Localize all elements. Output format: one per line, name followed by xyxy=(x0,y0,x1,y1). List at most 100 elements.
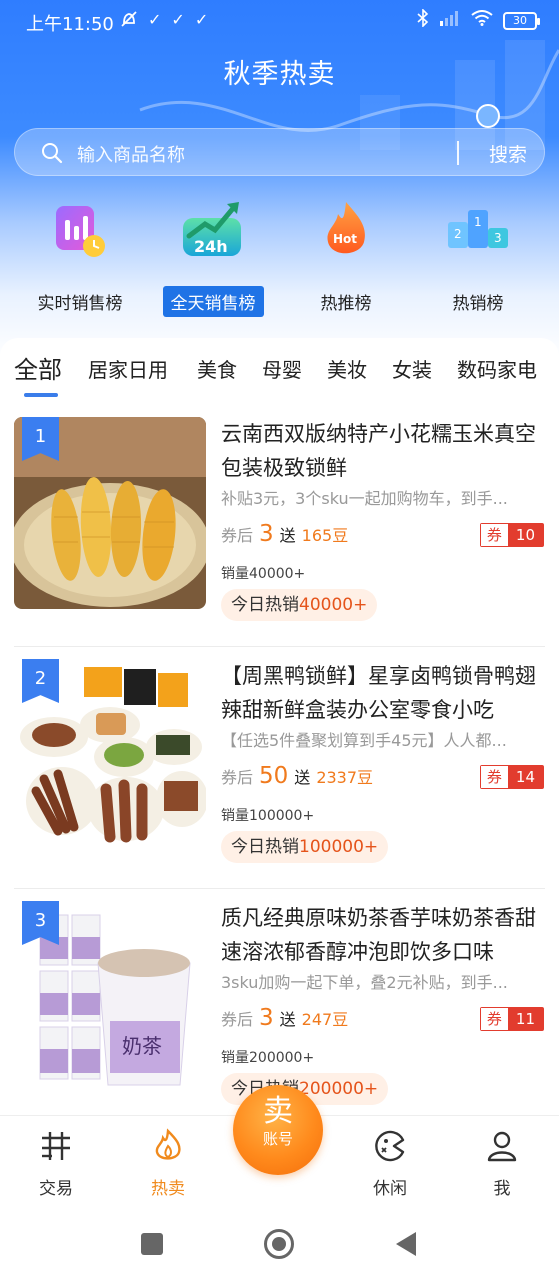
coupon-label: 券 xyxy=(480,766,508,788)
status-time: 上午11:50 xyxy=(26,14,114,35)
category-label: 实时销售榜 xyxy=(37,294,123,314)
svg-text:2: 2 xyxy=(454,227,462,241)
beans-value: 165豆 xyxy=(301,526,349,545)
24h-trend-icon: 24h xyxy=(183,202,241,256)
check-icon: ✓ xyxy=(148,10,162,29)
system-navigation-bar xyxy=(0,1200,559,1280)
category-label: 全天销售榜 xyxy=(162,286,264,317)
check-icon: ✓ xyxy=(194,10,209,29)
coupon-badge[interactable]: 券 10 xyxy=(479,523,544,547)
sell-button-sublabel: 账号 xyxy=(262,1130,293,1148)
svg-text:24h: 24h xyxy=(194,237,228,256)
status-bar: 上午11:50 ✓ ✓ ✓ 30 xyxy=(0,0,559,44)
hot-sales-tag: 今日热销40000+ xyxy=(221,589,378,621)
page-title: 秋季热卖 xyxy=(223,59,336,90)
product-item[interactable]: 1 云南西双版纳特产小花糯玉米真空包装极致锁鲜 补贴3元，3个sku一起加购物车… xyxy=(0,405,559,647)
back-icon[interactable] xyxy=(396,1232,416,1256)
tab-indicator xyxy=(24,393,58,397)
tab-food[interactable]: 美食 xyxy=(197,354,237,383)
gift-prefix: 送 xyxy=(279,1010,296,1029)
user-icon xyxy=(487,1131,517,1162)
tab-digital-appliances[interactable]: 数码家电 xyxy=(457,354,537,383)
tab-beauty[interactable]: 美妆 xyxy=(327,354,367,383)
nav-label: 交易 xyxy=(39,1179,73,1199)
search-divider xyxy=(457,141,459,165)
price-row: 券后 3 送 165豆 xyxy=(221,521,348,547)
hot-prefix: 今日热销 xyxy=(231,837,299,857)
gift-prefix: 送 xyxy=(279,526,296,545)
price-row: 券后 50 送 2337豆 xyxy=(221,763,373,789)
price-prefix: 券后 xyxy=(221,768,254,787)
tab-all[interactable]: 全部 xyxy=(14,350,62,385)
coupon-value: 14 xyxy=(507,766,543,788)
sell-button-label: 卖 xyxy=(263,1094,293,1129)
tab-maternal[interactable]: 母婴 xyxy=(262,354,302,383)
coupon-badge[interactable]: 券 11 xyxy=(479,1007,544,1031)
nav-label: 休闲 xyxy=(373,1179,407,1199)
hot-value: 100000+ xyxy=(299,837,379,857)
tab-womens-clothing[interactable]: 女装 xyxy=(392,354,432,383)
nav-leisure[interactable]: 休闲 xyxy=(350,1128,430,1199)
home-icon[interactable] xyxy=(264,1229,294,1259)
beans-value: 247豆 xyxy=(301,1010,349,1029)
hot-flame-icon: Hot xyxy=(327,202,365,254)
svg-text:1: 1 xyxy=(474,215,482,229)
product-subtitle: 补贴3元，3个sku一起加购物车，到手... xyxy=(221,489,508,508)
search-input[interactable]: 输入商品名称 xyxy=(77,141,185,167)
category-label: 热推榜 xyxy=(320,294,372,314)
coupon-badge[interactable]: 券 14 xyxy=(479,765,544,789)
nav-label: 热卖 xyxy=(151,1179,185,1199)
search-bar[interactable]: 输入商品名称 搜索 xyxy=(14,128,545,176)
hot-sales-tag: 今日热销100000+ xyxy=(221,831,389,863)
nav-hot[interactable]: 热卖 xyxy=(128,1128,208,1199)
price-prefix: 券后 xyxy=(221,1010,254,1029)
search-button[interactable]: 搜索 xyxy=(489,140,527,167)
hot-prefix: 今日热销 xyxy=(231,595,299,615)
svg-text:Hot: Hot xyxy=(333,232,357,246)
coupon-label: 券 xyxy=(480,1008,508,1030)
search-icon xyxy=(42,143,63,164)
bluetooth-icon xyxy=(417,8,429,32)
ranking-categories: 实时销售榜 24h 全天销售榜 Hot 热推榜 1 2 3 热销榜 xyxy=(0,196,559,317)
sales-count: 销量100000+ xyxy=(221,808,315,824)
coupon-value: 11 xyxy=(507,1008,543,1030)
signal-icon xyxy=(439,10,461,31)
status-notification-icons: ✓ ✓ ✓ xyxy=(120,10,208,32)
battery-icon: 30 xyxy=(503,11,540,30)
mute-icon xyxy=(120,10,138,32)
price-prefix: 券后 xyxy=(221,526,254,545)
sales-count: 销量40000+ xyxy=(221,566,306,582)
product-subtitle: 3sku加购一起下单，叠2元补贴，到手... xyxy=(221,973,508,992)
tab-household[interactable]: 居家日用 xyxy=(88,354,168,383)
game-face-icon xyxy=(375,1130,405,1162)
trade-icon xyxy=(42,1132,70,1160)
check-icon: ✓ xyxy=(171,10,185,29)
category-realtime-sales[interactable]: 实时销售榜 xyxy=(10,196,150,317)
status-system-icons: 30 xyxy=(417,8,540,32)
header-banner: 上午11:50 ✓ ✓ ✓ 30 秋季热卖 输入商品名称 搜索 实时销售榜 24… xyxy=(0,0,559,360)
gift-prefix: 送 xyxy=(294,768,311,787)
realtime-chart-icon xyxy=(56,206,105,257)
sell-account-button[interactable]: 卖 账号 xyxy=(233,1085,323,1175)
product-image-label: 奶茶 xyxy=(122,1034,162,1058)
nav-trade[interactable]: 交易 xyxy=(16,1128,96,1199)
nav-me[interactable]: 我 xyxy=(462,1128,542,1199)
sales-count: 销量200000+ xyxy=(221,1050,315,1066)
category-allday-sales[interactable]: 24h 全天销售榜 xyxy=(143,196,283,317)
product-title[interactable]: 云南西双版纳特产小花糯玉米真空包装极致锁鲜 xyxy=(221,417,539,485)
product-title[interactable]: 质凡经典原味奶茶香芋味奶茶香甜速溶浓郁香醇冲泡即饮多口味 xyxy=(221,901,539,969)
product-item[interactable]: 2 【周黑鸭锁鲜】星享卤鸭锁骨鸭翅辣甜新鲜盒装办公室零食小吃 【任选5件叠聚划算… xyxy=(0,647,559,889)
category-tabs: 全部 居家日用 美食 母婴 美妆 女装 数码家电 xyxy=(0,338,559,398)
nav-label: 我 xyxy=(493,1179,511,1199)
product-title[interactable]: 【周黑鸭锁鲜】星享卤鸭锁骨鸭翅辣甜新鲜盒装办公室零食小吃 xyxy=(221,659,539,727)
price-row: 券后 3 送 247豆 xyxy=(221,1005,348,1031)
category-hot-push[interactable]: Hot 热推榜 xyxy=(276,196,416,317)
category-best-sellers[interactable]: 1 2 3 热销榜 xyxy=(408,196,548,317)
hot-value: 40000+ xyxy=(299,595,368,615)
wifi-icon xyxy=(471,10,493,31)
price-value: 3 xyxy=(259,1005,274,1031)
flame-icon xyxy=(155,1128,181,1160)
recent-apps-icon[interactable] xyxy=(141,1233,163,1255)
podium-icon: 1 2 3 xyxy=(448,210,508,248)
svg-text:3: 3 xyxy=(494,231,502,245)
